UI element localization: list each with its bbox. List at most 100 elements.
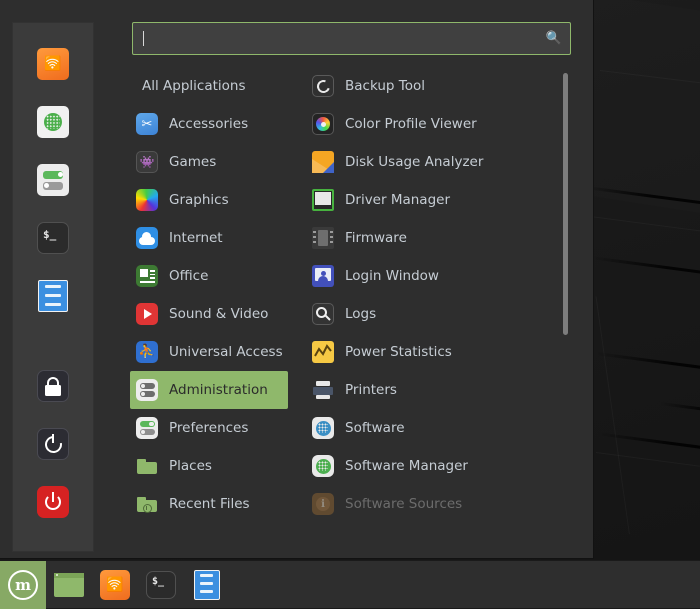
admin-toggles-icon [136,379,158,401]
accessibility-icon: ⛹ [136,341,158,363]
favorite-lock-screen[interactable] [13,357,93,415]
wallpaper-shape [590,256,700,301]
taskbar: m 🛜 $_ [0,560,700,608]
favorite-terminal[interactable]: $_ [13,209,93,267]
menu-columns: All Applications ✂ Accessories 👾 Games G… [120,55,583,548]
app-label: Printers [345,382,397,398]
printer-icon [312,379,334,401]
taskbar-show-desktop[interactable] [46,561,92,609]
favorite-system-settings[interactable] [13,151,93,209]
favorite-log-out[interactable] [13,415,93,473]
taskbar-firefox[interactable]: 🛜 [92,561,138,609]
terminal-icon: $_ [37,222,69,254]
software-sources-icon: i [312,493,334,515]
terminal-icon: $_ [146,571,176,599]
scrollbar-thumb[interactable] [563,73,568,335]
favorite-files[interactable] [13,267,93,325]
app-label: Color Profile Viewer [345,116,477,132]
category-list: All Applications ✂ Accessories 👾 Games G… [120,67,288,548]
app-label: Firmware [345,230,407,246]
app-software-sources[interactable]: i Software Sources [306,485,583,523]
category-label: Office [169,268,208,284]
category-accessories[interactable]: ✂ Accessories [130,105,288,143]
firefox-icon: 🛜 [37,48,69,80]
app-login-window[interactable]: Login Window [306,257,583,295]
favorite-firefox[interactable]: 🛜 [13,35,93,93]
category-label: Recent Files [169,496,250,512]
category-graphics[interactable]: Graphics [130,181,288,219]
app-software-manager[interactable]: Software Manager [306,447,583,485]
app-color-profile-viewer[interactable]: Color Profile Viewer [306,105,583,143]
logout-icon [37,428,69,460]
category-office[interactable]: Office [130,257,288,295]
app-label: Backup Tool [345,78,425,94]
app-backup-tool[interactable]: Backup Tool [306,67,583,105]
wallpaper-shape [596,452,700,479]
category-preferences[interactable]: Preferences [130,409,288,447]
files-icon [194,570,220,600]
category-label: Administration [169,382,268,398]
folder-icon [136,455,158,477]
category-internet[interactable]: Internet [130,219,288,257]
favorite-software-manager[interactable] [13,93,93,151]
taskbar-menu-button[interactable]: m [0,561,46,609]
prefs-toggles-icon [136,417,158,439]
application-list: Backup Tool Color Profile Viewer Disk Us… [288,67,583,548]
app-disk-usage-analyzer[interactable]: Disk Usage Analyzer [306,143,583,181]
search-box[interactable]: 🔍 [132,22,571,55]
app-software[interactable]: Software [306,409,583,447]
settings-toggles-icon [37,164,69,196]
files-icon [38,280,68,312]
application-list-scrollbar[interactable] [563,73,568,393]
app-power-statistics[interactable]: Power Statistics [306,333,583,371]
color-profile-icon [312,113,334,135]
backup-icon [312,75,334,97]
folder-clock-icon [136,493,158,515]
app-printers[interactable]: Printers [306,371,583,409]
wallpaper-shape [660,402,700,431]
taskbar-terminal[interactable]: $_ [138,561,184,609]
category-label: Accessories [169,116,248,132]
software-manager-icon [37,106,69,138]
app-label: Software Manager [345,458,468,474]
app-firmware[interactable]: Firmware [306,219,583,257]
app-label: Disk Usage Analyzer [345,154,483,170]
document-icon [136,265,158,287]
category-sound-and-video[interactable]: Sound & Video [130,295,288,333]
favorites-sidebar: 🛜 $_ [12,22,94,552]
application-menu-window: 🛜 $_ [0,0,594,559]
category-universal-access[interactable]: ⛹ Universal Access [130,333,288,371]
category-label: Sound & Video [169,306,268,322]
category-games[interactable]: 👾 Games [130,143,288,181]
game-controller-icon: 👾 [136,151,158,173]
app-logs[interactable]: Logs [306,295,583,333]
app-label: Logs [345,306,376,322]
category-all-applications[interactable]: All Applications [130,67,288,105]
mint-logo-icon: m [8,570,38,600]
app-label: Power Statistics [345,344,452,360]
app-label: Software Sources [345,496,462,512]
wallpaper-shape [596,352,700,397]
category-label: Places [169,458,212,474]
category-administration[interactable]: Administration [130,371,288,409]
search-input[interactable] [146,31,546,46]
menu-content: 🔍 All Applications ✂ Accessories 👾 Games [106,0,593,558]
cloud-icon [136,227,158,249]
scissors-icon: ✂ [136,113,158,135]
category-recent-files[interactable]: Recent Files [130,485,288,523]
search-icon[interactable]: 🔍 [546,32,562,45]
favorite-quit[interactable] [13,473,93,531]
category-places[interactable]: Places [130,447,288,485]
magnifier-icon [312,303,334,325]
category-label: All Applications [142,78,246,94]
power-icon [37,486,69,518]
power-statistics-icon [312,341,334,363]
category-label: Graphics [169,192,229,208]
app-label: Login Window [345,268,439,284]
firefox-icon: 🛜 [100,570,130,600]
app-driver-manager[interactable]: Driver Manager [306,181,583,219]
chip-icon [312,227,334,249]
color-wheel-icon [136,189,158,211]
taskbar-files[interactable] [184,561,230,609]
wallpaper-shape [596,296,630,534]
